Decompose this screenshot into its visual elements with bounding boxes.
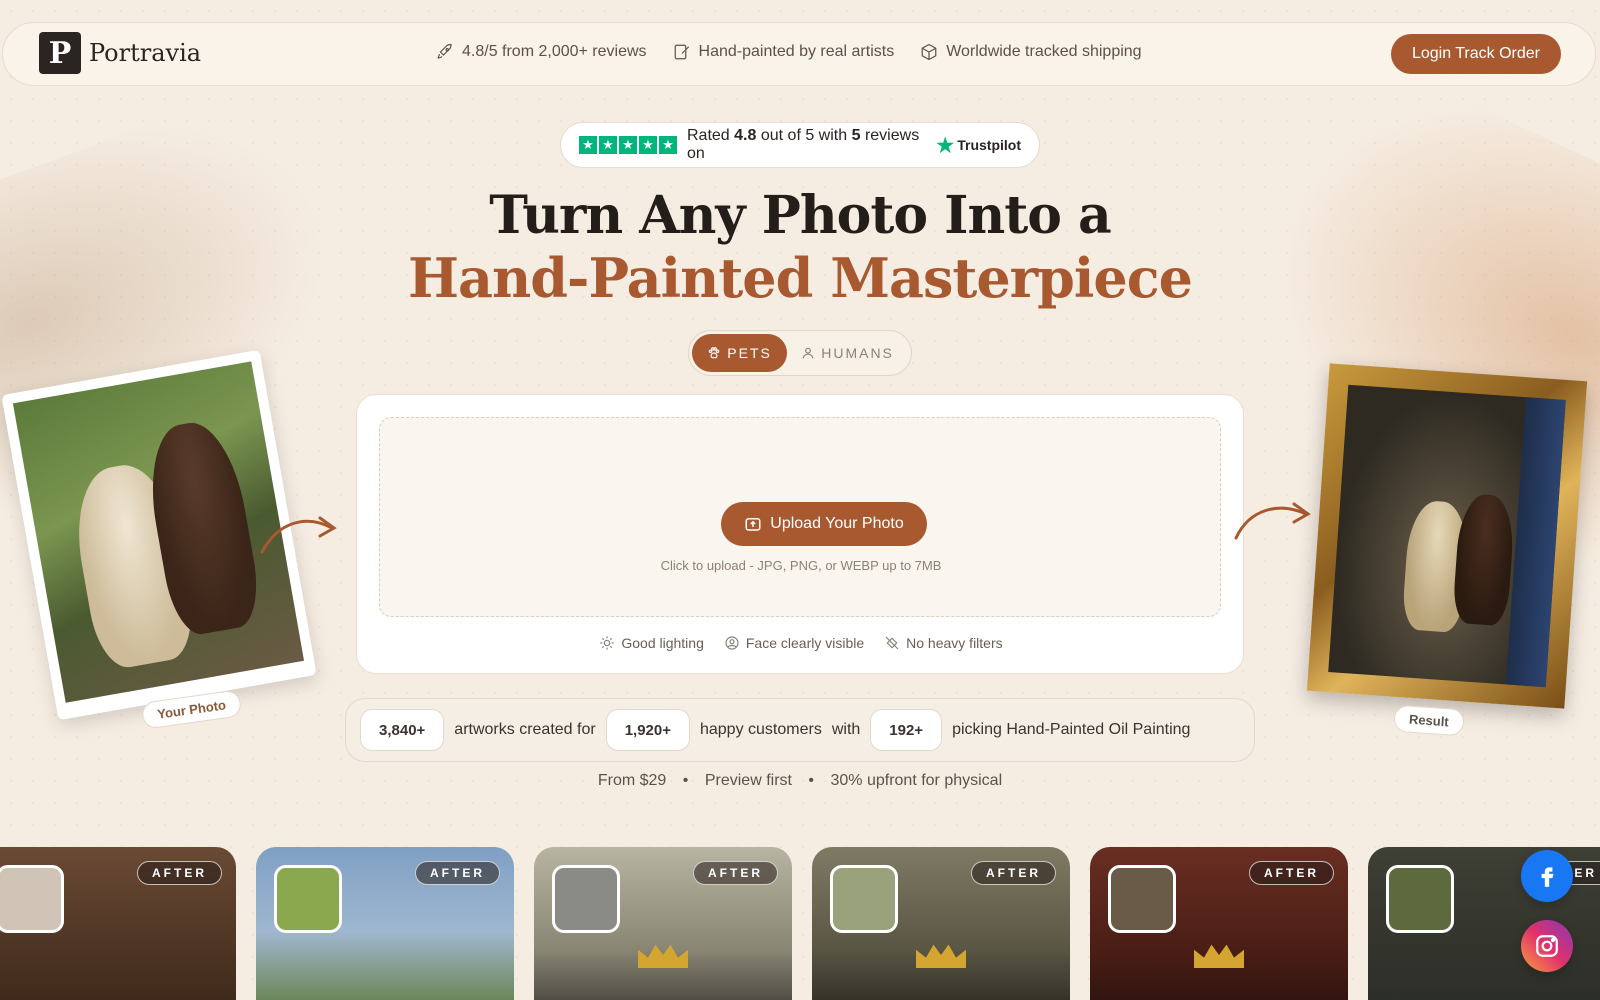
- after-badge: AFTER: [415, 861, 500, 885]
- toggle-humans[interactable]: HUMANS: [787, 334, 908, 372]
- result-label: Result: [1393, 704, 1465, 737]
- feature-reviews-label: 4.8/5 from 2,000+ reviews: [462, 43, 647, 60]
- gallery-card[interactable]: AFTER: [812, 847, 1070, 1000]
- stats-bar: 3,840+ artworks created for 1,920+ happy…: [345, 698, 1255, 762]
- hero-title-line2: Hand-Painted Masterpiece: [408, 246, 1193, 310]
- tip-lighting-label: Good lighting: [621, 635, 704, 651]
- star-icon: ★: [599, 136, 617, 154]
- crown-icon: [638, 944, 688, 968]
- instagram-icon: [1536, 935, 1558, 957]
- photo-tips: Good lighting Face clearly visible No he…: [357, 635, 1245, 651]
- gallery-card[interactable]: AFTER: [534, 847, 792, 1000]
- upload-photo-button[interactable]: Upload Your Photo: [721, 502, 927, 546]
- gallery-card[interactable]: AFTER: [1090, 847, 1348, 1000]
- tip-face-label: Face clearly visible: [745, 635, 865, 651]
- upload-photo-label: Upload Your Photo: [770, 515, 904, 532]
- paw-icon: [709, 347, 720, 359]
- stat-text-with: with: [831, 721, 861, 738]
- header-features: 4.8/5 from 2,000+ reviews Hand-painted b…: [436, 43, 1142, 61]
- face-icon: [725, 636, 739, 650]
- result-painting-frame: [1306, 363, 1588, 709]
- stat-text-customers: happy customers: [699, 721, 822, 738]
- hero-title-line1: Turn Any Photo Into a: [489, 185, 1112, 246]
- star-icon: ★: [659, 136, 677, 154]
- brush-icon: [674, 44, 689, 60]
- facebook-icon: [1541, 867, 1554, 887]
- trustpilot-prefix: Rated: [687, 127, 730, 144]
- brand-logo[interactable]: P Portravia: [39, 32, 201, 74]
- gallery-thumb: [830, 865, 898, 933]
- subline-price: From $29: [597, 772, 667, 789]
- feature-reviews: 4.8/5 from 2,000+ reviews: [436, 43, 647, 61]
- tip-lighting: Good lighting: [599, 635, 704, 651]
- arrow-right-icon: [260, 516, 337, 554]
- feature-artists: Hand-painted by real artists: [673, 43, 895, 61]
- tip-filters-label: No heavy filters: [906, 635, 1003, 651]
- gallery-thumb: [0, 865, 64, 933]
- gallery-thumb: [1108, 865, 1176, 933]
- arrow-right-icon: [1234, 502, 1311, 540]
- stat-oil: 192+: [870, 709, 943, 751]
- result-painting: [1328, 384, 1566, 688]
- upload-drop-zone[interactable]: Upload Your Photo Click to upload - JPG,…: [379, 417, 1221, 617]
- tip-filters: No heavy filters: [884, 635, 1003, 651]
- feature-artists-label: Hand-painted by real artists: [698, 43, 895, 60]
- pricing-subline: From $29 • Preview first • 30% upfront f…: [0, 772, 1600, 790]
- upload-icon: [745, 518, 761, 531]
- trustpilot-count: 5: [851, 127, 861, 144]
- stat-text-artworks: artworks created for: [454, 721, 596, 738]
- instagram-button[interactable]: [1521, 920, 1573, 972]
- after-badge: AFTER: [693, 861, 778, 885]
- subline-upfront: 30% upfront for physical: [830, 772, 1003, 789]
- trustpilot-text: Rated 4.8 out of 5 with 5 reviews on: [687, 127, 926, 163]
- stat-customers: 1,920+: [605, 709, 690, 751]
- crown-icon: [916, 944, 966, 968]
- feature-shipping-label: Worldwide tracked shipping: [946, 43, 1142, 60]
- site-header: P Portravia 4.8/5 from 2,000+ reviews Ha…: [2, 22, 1596, 86]
- sun-icon: [600, 636, 615, 650]
- after-badge: AFTER: [971, 861, 1056, 885]
- subject-toggle: PETS HUMANS: [688, 330, 912, 376]
- facebook-button[interactable]: [1521, 850, 1573, 902]
- no-filter-icon: [885, 636, 899, 650]
- subline-preview: Preview first: [704, 772, 792, 789]
- trustpilot-stars: ★ ★ ★ ★ ★: [579, 136, 677, 154]
- rocket-icon: [437, 43, 452, 59]
- trustpilot-star-icon: ★: [936, 134, 955, 157]
- trustpilot-rating: 4.8: [734, 127, 757, 144]
- tip-face: Face clearly visible: [724, 635, 864, 651]
- subline-separator: •: [682, 772, 689, 789]
- trustpilot-mid: out of 5 with: [760, 127, 848, 144]
- upload-card: Upload Your Photo Click to upload - JPG,…: [356, 394, 1244, 674]
- gallery-thumb: [552, 865, 620, 933]
- toggle-pets-label: PETS: [727, 345, 772, 361]
- trustpilot-badge[interactable]: ★ ★ ★ ★ ★ Rated 4.8 out of 5 with 5 revi…: [560, 122, 1040, 168]
- painting-curtain: [1505, 397, 1566, 688]
- star-icon: ★: [579, 136, 597, 154]
- toggle-humans-label: HUMANS: [821, 345, 894, 361]
- feature-shipping: Worldwide tracked shipping: [920, 43, 1142, 61]
- box-icon: [921, 43, 937, 61]
- painted-chocolate-lab: [1451, 492, 1516, 627]
- gallery-card[interactable]: AFTER: [256, 847, 514, 1000]
- trustpilot-brand: Trustpilot: [957, 137, 1021, 153]
- login-track-order-button[interactable]: Login Track Order: [1390, 34, 1561, 74]
- crown-icon: [1194, 944, 1244, 968]
- stat-text-oil: picking Hand-Painted Oil Painting: [952, 721, 1191, 738]
- gallery-card[interactable]: AFTER: [0, 847, 236, 1000]
- gallery-thumb: [1386, 865, 1454, 933]
- stat-artworks: 3,840+: [360, 709, 445, 751]
- after-badge: AFTER: [1249, 861, 1334, 885]
- trustpilot-logo: ★ Trustpilot: [936, 133, 1021, 158]
- star-icon: ★: [639, 136, 657, 154]
- toggle-pets[interactable]: PETS: [692, 334, 788, 372]
- after-badge: AFTER: [137, 861, 222, 885]
- logo-mark: P: [39, 32, 81, 74]
- subline-separator: •: [808, 772, 815, 789]
- star-icon: ★: [619, 136, 637, 154]
- upload-hint: Click to upload - JPG, PNG, or WEBP up t…: [660, 558, 942, 573]
- brand-name: Portravia: [89, 39, 202, 67]
- gallery-thumb: [274, 865, 342, 933]
- user-icon: [802, 347, 814, 359]
